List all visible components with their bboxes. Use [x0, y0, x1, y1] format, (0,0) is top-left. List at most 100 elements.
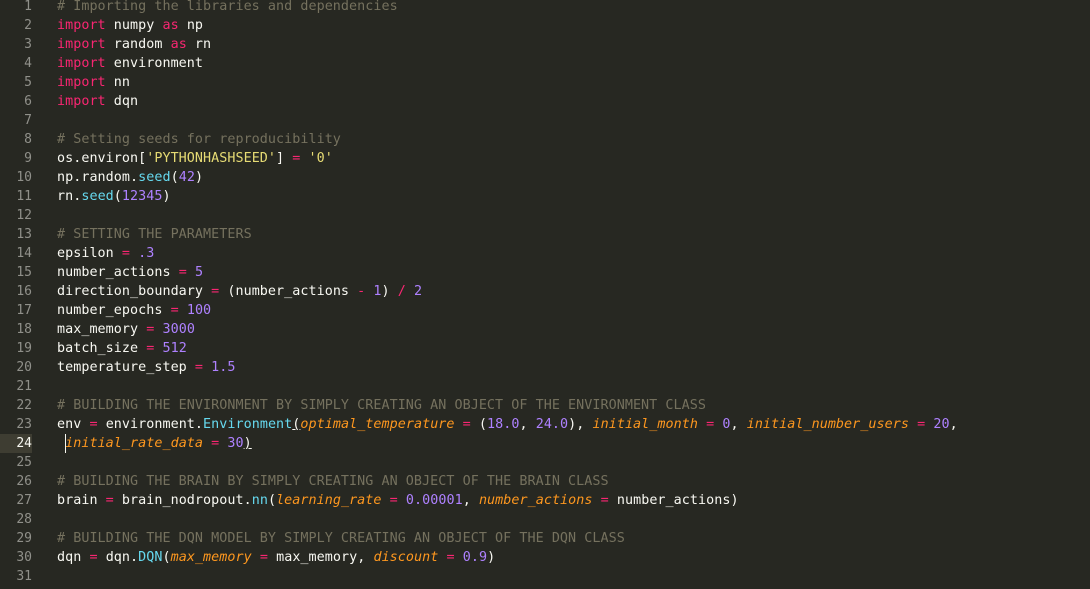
line-number: 22 [16, 398, 32, 413]
code-text: temperature_step = 1.5 [57, 358, 236, 377]
code-line[interactable]: 11 rn.seed(12345) [0, 187, 1090, 206]
code-token: rn [186, 37, 212, 52]
code-token: number_actions [57, 265, 179, 280]
code-token: ) [194, 170, 204, 185]
code-line[interactable]: 17 number_epochs = 100 [0, 301, 1090, 320]
code-line[interactable]: 26 # BUILDING THE BRAIN BY SIMPLY CREATIN… [0, 472, 1090, 491]
code-line[interactable]: 16 direction_boundary = (number_actions -… [0, 282, 1090, 301]
code-text: batch_size = 512 [57, 339, 187, 358]
line-number: 16 [16, 284, 32, 299]
code-token: 30 [227, 436, 244, 451]
code-token: initial_rate_data [65, 436, 204, 451]
code-token: initial_month [592, 417, 698, 432]
code-line[interactable]: 15 number_actions = 5 [0, 263, 1090, 282]
code-line[interactable]: 4 import environment [0, 54, 1090, 73]
code-token: ( [470, 417, 488, 432]
code-line[interactable]: 19 batch_size = 512 [0, 339, 1090, 358]
code-text: dqn = dqn.DQN(max_memory = max_memory, d… [57, 548, 495, 567]
line-number: 27 [16, 493, 32, 508]
code-line[interactable]: 2 import numpy as np [0, 16, 1090, 35]
code-token: np.random. [57, 170, 139, 185]
code-line[interactable]: 20 temperature_step = 1.5 [0, 358, 1090, 377]
code-token: , [462, 493, 479, 508]
code-text: rn.seed(12345) [57, 187, 171, 206]
code-line[interactable]: 18 max_memory = 3000 [0, 320, 1090, 339]
code-token: / [397, 284, 406, 299]
code-line[interactable]: 24 initial_rate_data = 30) [0, 434, 1090, 453]
code-token: = [194, 360, 204, 375]
code-token: number_actions) [608, 493, 739, 508]
code-line[interactable]: 12 [0, 206, 1090, 225]
code-token: 512 [162, 341, 187, 356]
code-token: (number_actions [219, 284, 358, 299]
code-token: ( [170, 170, 179, 185]
code-token: 5 [194, 265, 204, 280]
code-line[interactable]: 10 np.random.seed(42) [0, 168, 1090, 187]
code-line[interactable]: 14 epsilon = .3 [0, 244, 1090, 263]
line-number: 2 [24, 18, 32, 33]
code-line[interactable]: 22 # BUILDING THE ENVIRONMENT BY SIMPLY C… [0, 396, 1090, 415]
code-line[interactable]: 5 import nn [0, 73, 1090, 92]
code-line[interactable]: 9 os.environ['PYTHONHASHSEED'] = '0' [0, 149, 1090, 168]
code-token: import [57, 18, 106, 33]
code-text: number_actions = 5 [57, 263, 203, 282]
code-line[interactable]: 13 # SETTING THE PARAMETERS [0, 225, 1090, 244]
code-text: import random as rn [57, 35, 211, 54]
code-token: = [170, 303, 179, 318]
code-token: = [89, 550, 98, 565]
code-token: 12345 [121, 189, 163, 204]
code-token: direction_boundary [57, 284, 212, 299]
code-line[interactable]: 30 dqn = dqn.DQN(max_memory = max_memory,… [0, 548, 1090, 567]
code-token: Environment [203, 417, 293, 432]
code-token: 0.00001 [405, 493, 463, 508]
code-line[interactable]: 6 import dqn [0, 92, 1090, 111]
code-token: np [178, 18, 204, 33]
code-line[interactable]: 7 [0, 111, 1090, 130]
code-token: , [730, 417, 747, 432]
code-line[interactable]: 1 # Importing the libraries and dependenc… [0, 0, 1090, 16]
code-line[interactable]: 28 [0, 510, 1090, 529]
code-token: rn. [57, 189, 82, 204]
code-token: 'PYTHONHASHSEED' [146, 151, 277, 166]
code-token: DQN [138, 550, 163, 565]
code-token: seed [138, 170, 171, 185]
code-text: # BUILDING THE BRAIN BY SIMPLY CREATING … [57, 472, 609, 491]
code-line[interactable]: 8 # Setting seeds for reproducibility [0, 130, 1090, 149]
code-line[interactable]: 25 [0, 453, 1090, 472]
code-token: as [162, 18, 179, 33]
code-token: = [600, 493, 609, 508]
code-token: environment. [97, 417, 204, 432]
code-token: import [57, 37, 106, 52]
code-line[interactable]: 23 env = environment.Environment (optimal_… [0, 415, 1090, 434]
code-line[interactable]: 3 import random as rn [0, 35, 1090, 54]
line-number: 21 [16, 379, 32, 394]
code-text: # Importing the libraries and dependenci… [57, 0, 398, 16]
code-line[interactable]: 21 [0, 377, 1090, 396]
code-line[interactable]: 31 [0, 567, 1090, 586]
code-line[interactable]: 27 brain = brain_nodropout.nn(learning_ra… [0, 491, 1090, 510]
code-text: initial_rate_data = 30) [57, 434, 252, 453]
code-token: initial_number_users [746, 417, 909, 432]
line-number: 30 [16, 550, 32, 565]
code-editor[interactable]: 1 # Importing the libraries and dependenc… [0, 0, 1090, 589]
code-token: nn [105, 75, 131, 90]
code-line[interactable]: 29 # BUILDING THE DQN MODEL BY SIMPLY CRE… [0, 529, 1090, 548]
code-token: 1 [373, 284, 382, 299]
code-token: max_memory [57, 322, 147, 337]
line-number: 24 [0, 434, 32, 453]
code-token: brain [57, 493, 106, 508]
code-token: ), [568, 417, 593, 432]
code-token: , [519, 417, 536, 432]
code-text: os.environ['PYTHONHASHSEED'] = '0' [57, 149, 333, 168]
code-text: max_memory = 3000 [57, 320, 195, 339]
text-cursor [65, 434, 66, 453]
code-token: epsilon [57, 246, 122, 261]
line-number: 23 [16, 417, 32, 432]
